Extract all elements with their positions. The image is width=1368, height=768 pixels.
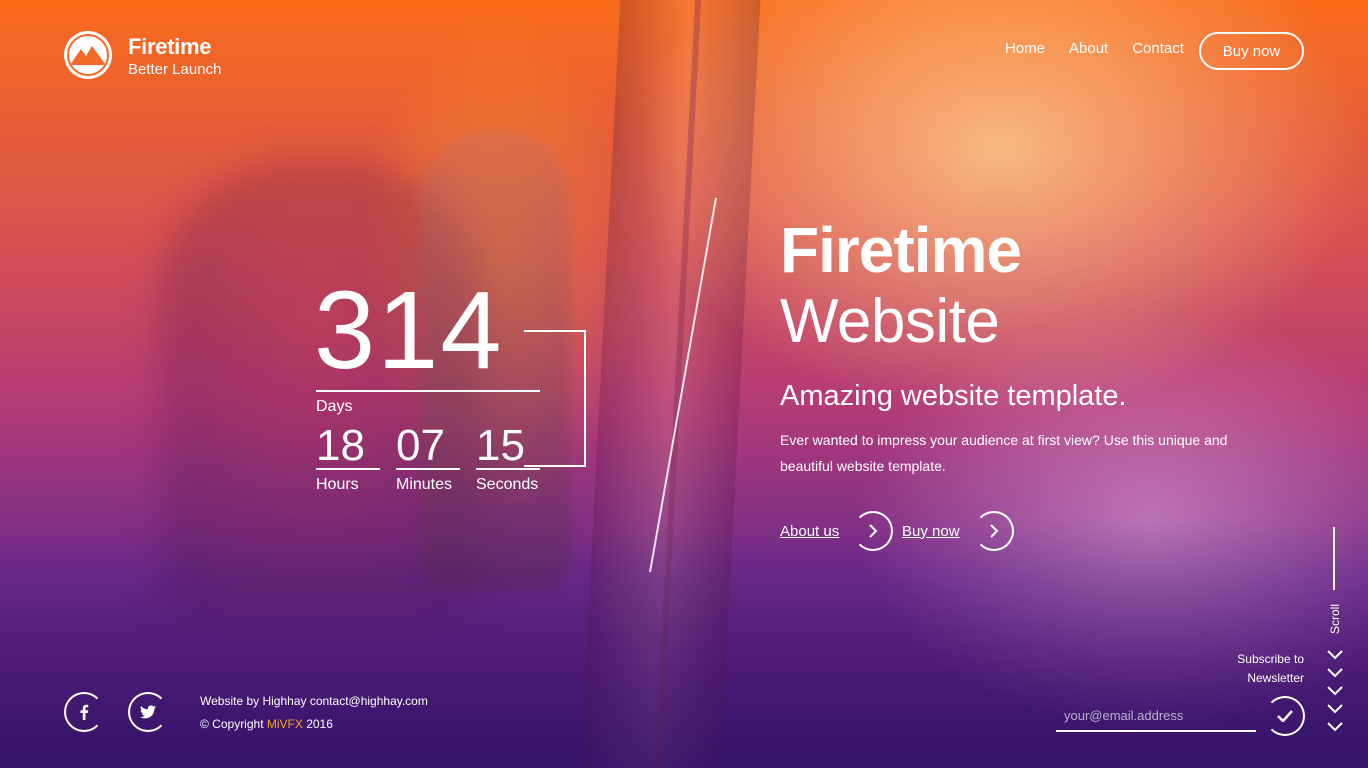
newsletter-submit-button[interactable] bbox=[1265, 696, 1305, 736]
arrow-right-icon bbox=[853, 511, 894, 551]
logo-icon[interactable] bbox=[64, 31, 112, 79]
countdown-seconds-label: Seconds bbox=[476, 476, 539, 493]
brand-tagline: Better Launch bbox=[128, 61, 222, 78]
scroll-label[interactable]: Scroll bbox=[1328, 602, 1342, 636]
copyright-brand-link[interactable]: MiVFX bbox=[267, 717, 303, 731]
hero-description: Ever wanted to impress your audience at … bbox=[780, 432, 1228, 474]
main-nav: Home About Contact bbox=[1005, 40, 1184, 57]
buy-now-button[interactable]: Buy now bbox=[1199, 32, 1304, 70]
newsletter-label-line1: Subscribe to bbox=[1237, 652, 1304, 666]
arrow-right-icon bbox=[973, 511, 1014, 551]
copyright-year: 2016 bbox=[302, 717, 333, 731]
copyright-prefix: © Copyright bbox=[200, 717, 267, 731]
scroll-down-indicator[interactable] bbox=[1326, 648, 1344, 738]
chevron-down-icon bbox=[1326, 648, 1344, 666]
countdown-days: 314 bbox=[314, 269, 504, 392]
scroll-line bbox=[1333, 527, 1335, 590]
hero-tagline: Amazing website template. bbox=[780, 380, 1127, 412]
nav-about[interactable]: About bbox=[1069, 40, 1108, 57]
nav-home[interactable]: Home bbox=[1005, 40, 1045, 57]
buy-now-link[interactable]: Buy now bbox=[902, 511, 1014, 551]
hero-title: Firetime bbox=[780, 214, 1022, 286]
chevron-down-icon bbox=[1326, 720, 1344, 738]
nav-contact[interactable]: Contact bbox=[1132, 40, 1184, 57]
countdown-hours: 18 bbox=[316, 421, 365, 470]
newsletter-email-input[interactable] bbox=[1056, 700, 1256, 732]
countdown-hours-unit: 18 Hours bbox=[316, 424, 380, 494]
about-us-link[interactable]: About us bbox=[780, 511, 894, 551]
countdown-minutes-label: Minutes bbox=[396, 476, 453, 493]
chevron-down-icon bbox=[1326, 702, 1344, 720]
newsletter-label-line2: Newsletter bbox=[1247, 671, 1304, 685]
brand-name: Firetime bbox=[128, 34, 212, 59]
facebook-icon[interactable] bbox=[64, 692, 104, 732]
twitter-icon[interactable] bbox=[128, 692, 168, 732]
footer-copyright: © Copyright MiVFX 2016 bbox=[200, 717, 333, 731]
countdown-minutes: 07 bbox=[396, 421, 445, 470]
countdown-days-label: Days bbox=[316, 398, 353, 415]
hero-subtitle: Website bbox=[780, 287, 1000, 356]
newsletter-label: Subscribe to Newsletter bbox=[1224, 650, 1304, 688]
checkmark-icon bbox=[1277, 710, 1293, 722]
countdown-hours-label: Hours bbox=[316, 476, 359, 493]
countdown-seconds: 15 bbox=[476, 421, 525, 470]
days-underline bbox=[316, 390, 540, 392]
footer-credit: Website by Highhay contact@highhay.com bbox=[200, 694, 428, 708]
buy-now-label: Buy now bbox=[902, 522, 960, 540]
countdown-minutes-unit: 07 Minutes bbox=[396, 424, 460, 494]
chevron-down-icon bbox=[1326, 684, 1344, 702]
about-us-label: About us bbox=[780, 522, 840, 540]
chevron-down-icon bbox=[1326, 666, 1344, 684]
countdown-seconds-unit: 15 Seconds bbox=[476, 424, 540, 494]
